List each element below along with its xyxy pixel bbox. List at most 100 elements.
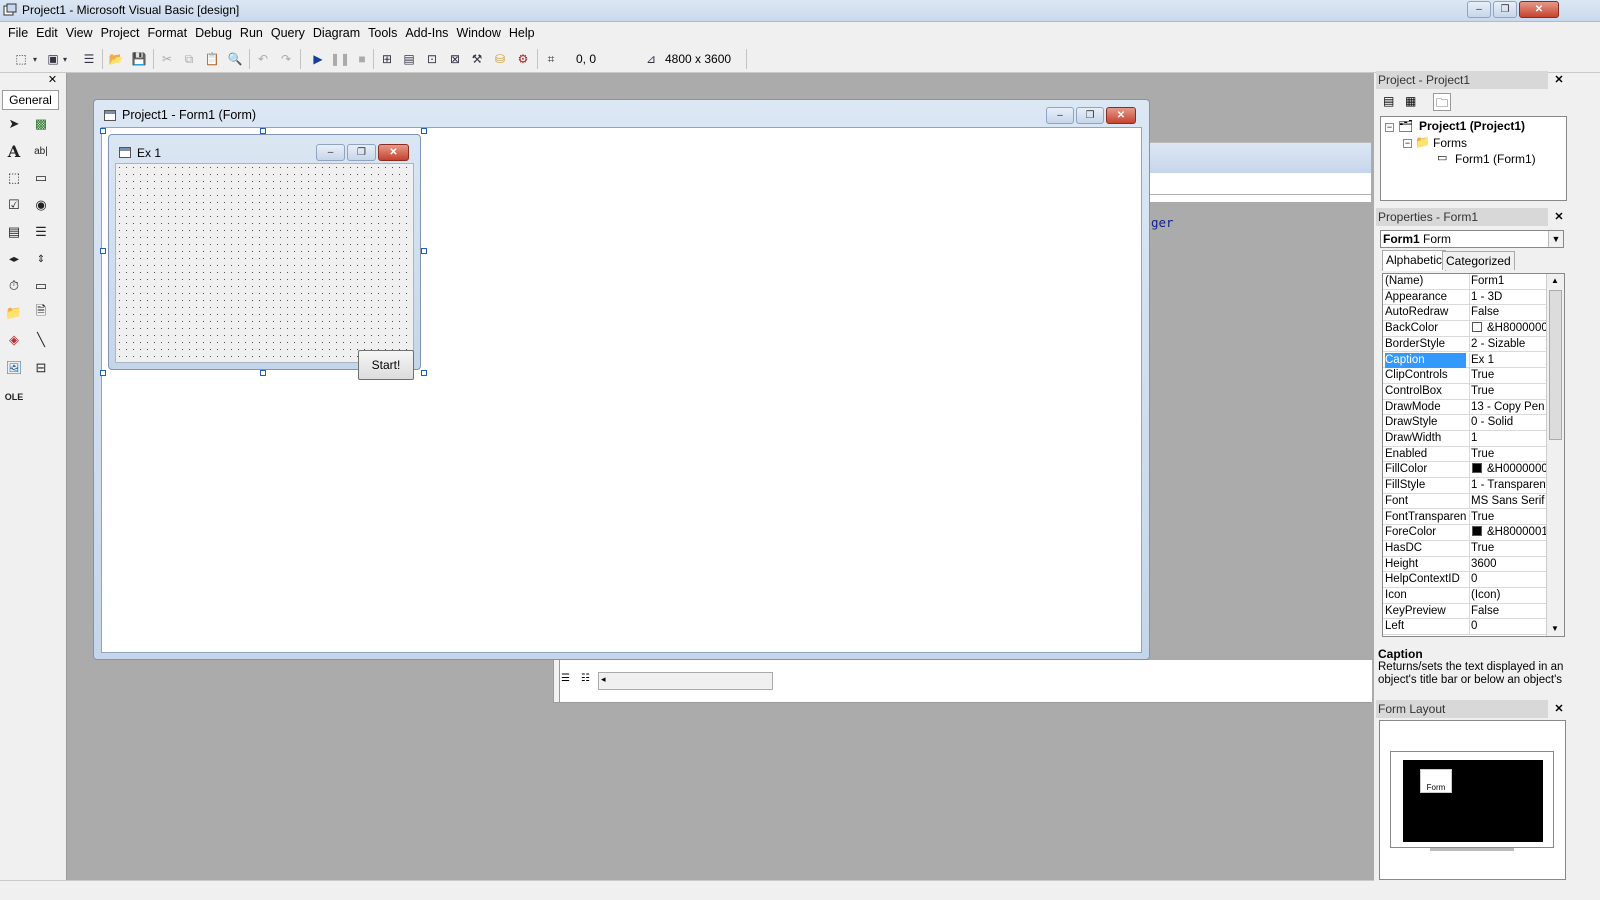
property-row[interactable]: (Name) Form1 (1383, 274, 1546, 290)
property-row[interactable]: KeyPreview False (1383, 603, 1546, 620)
minimize-button[interactable]: ‒ (1467, 1, 1491, 18)
listbox-tool-icon[interactable]: ☰ (30, 221, 52, 243)
properties-scrollbar[interactable]: ▲ ▼ (1546, 274, 1564, 636)
toggle-folders-icon[interactable]: 🗀 (1433, 93, 1451, 111)
full-module-view-icon[interactable]: ☷ (581, 673, 595, 687)
undo-icon[interactable]: ↶ (254, 50, 272, 68)
object-browser-icon[interactable]: ⊠ (446, 50, 464, 68)
property-row[interactable]: DrawMode 13 - Copy Pen (1383, 399, 1546, 416)
form-designer-restore-button[interactable]: ❐ (1076, 107, 1104, 124)
find-icon[interactable]: 🔍 (226, 50, 244, 68)
start-button[interactable]: Start! (358, 350, 414, 380)
properties-window-icon[interactable]: ▤ (400, 50, 418, 68)
property-value[interactable]: &H80000012 (1469, 525, 1546, 541)
property-row[interactable]: FontTransparent True (1383, 509, 1546, 526)
data-tool-icon[interactable]: ⊟ (30, 357, 52, 379)
menu-diagram[interactable]: Diagram (309, 22, 364, 45)
property-value[interactable]: True (1469, 383, 1546, 399)
menu-edit[interactable]: Edit (32, 22, 62, 45)
checkbox-tool-icon[interactable]: ☑ (3, 194, 25, 216)
ex1-restore-button[interactable]: ❐ (347, 144, 376, 161)
property-value[interactable]: (Icon) (1469, 588, 1546, 603)
tab-categorized[interactable]: Categorized (1442, 251, 1515, 270)
menu-add-ins[interactable]: Add-Ins (401, 22, 452, 45)
drivelistbox-tool-icon[interactable]: ▭ (30, 275, 52, 297)
vb-app-icon[interactable] (3, 3, 17, 17)
procedure-view-icon[interactable]: ☰ (561, 673, 575, 687)
pointer-tool-icon[interactable]: ➤ (3, 113, 25, 135)
menu-run[interactable]: Run (236, 22, 267, 45)
property-value[interactable]: 1 - 3D (1469, 289, 1546, 305)
project-explorer-icon[interactable]: ⊞ (378, 50, 396, 68)
copy-icon[interactable]: ⧉ (180, 50, 198, 68)
property-row[interactable]: DrawStyle 0 - Solid (1383, 415, 1546, 431)
form-layout-mini-form[interactable]: Form (1420, 769, 1452, 793)
property-row[interactable]: FillColor&H00000000 (1383, 462, 1546, 479)
menu-debug[interactable]: Debug (191, 22, 236, 45)
vscrollbar-tool-icon[interactable]: ⇕ (30, 248, 52, 270)
dirlistbox-tool-icon[interactable]: 📁 (3, 302, 25, 324)
property-row[interactable]: DrawWidth 1 (1383, 431, 1546, 447)
collapse-project-icon[interactable]: − (1385, 123, 1394, 132)
close-button[interactable]: ✕ (1519, 1, 1559, 18)
property-row[interactable]: Height 3600 (1383, 556, 1546, 573)
code-window-procedure-bar[interactable] (1149, 173, 1371, 195)
shape-tool-icon[interactable]: ◈ (3, 329, 25, 351)
frame-tool-icon[interactable]: ⬚ (3, 167, 25, 189)
tree-form1-item[interactable]: Form1 (Form1) (1455, 152, 1536, 166)
image-tool-icon[interactable]: 🖼 (3, 357, 25, 379)
cut-icon[interactable]: ✂ (158, 50, 176, 68)
optionbutton-tool-icon[interactable]: ◉ (30, 194, 52, 216)
ex1-design-grid[interactable]: Start! (115, 163, 414, 380)
property-value[interactable]: True (1469, 368, 1546, 384)
end-icon[interactable]: ■ (353, 50, 371, 68)
property-value[interactable]: True (1469, 509, 1546, 525)
add-project-icon[interactable]: ⬚ (12, 50, 30, 68)
property-row[interactable]: Enabled True (1383, 446, 1546, 463)
property-row[interactable]: Caption Ex 1 (1383, 352, 1546, 369)
resize-handle[interactable] (421, 370, 427, 376)
resize-handle[interactable] (100, 370, 106, 376)
menu-help[interactable]: Help (505, 22, 539, 45)
toolbox-tab-general[interactable]: General (2, 90, 59, 110)
scroll-up-icon[interactable]: ▲ (1551, 276, 1559, 285)
property-row[interactable]: Icon (Icon) (1383, 588, 1546, 604)
add-project-dropdown-icon[interactable]: ▾ (30, 50, 40, 68)
collapse-forms-icon[interactable]: − (1403, 139, 1412, 148)
redo-icon[interactable]: ↷ (277, 50, 295, 68)
property-value[interactable]: 0 - Solid (1469, 415, 1546, 431)
data-view-icon[interactable]: ⛁ (491, 50, 509, 68)
combobox-tool-icon[interactable]: ▤ (3, 221, 25, 243)
property-row[interactable]: Appearance 1 - 3D (1383, 289, 1546, 306)
ex1-form[interactable]: Ex 1 ‒ ❐ ✕ Start! (108, 134, 421, 380)
open-project-icon[interactable]: 📂 (107, 50, 125, 68)
property-value[interactable]: 1 - Transparent (1469, 478, 1546, 494)
form-designer-close-button[interactable]: ✕ (1106, 107, 1136, 124)
property-row[interactable]: Left 0 (1383, 619, 1546, 636)
property-value[interactable]: 3600 (1469, 556, 1546, 572)
tree-project-root[interactable]: Project1 (Project1) (1419, 119, 1525, 133)
resize-handle[interactable] (421, 248, 427, 254)
object-selector[interactable]: Form1 Form ▼ (1380, 230, 1564, 248)
timer-tool-icon[interactable]: ⏱ (3, 275, 25, 297)
position-icon[interactable]: ⌗ (542, 50, 560, 68)
property-value[interactable]: True (1469, 540, 1546, 556)
property-value[interactable]: True (1469, 446, 1546, 462)
property-value[interactable]: &H8000000F (1469, 321, 1546, 337)
picturebox-tool-icon[interactable]: ▩ (30, 113, 52, 135)
paste-icon[interactable]: 📋 (203, 50, 221, 68)
start-icon[interactable]: ▶ (309, 50, 327, 68)
form-layout-close-icon[interactable]: ✕ (1552, 702, 1566, 716)
property-value[interactable]: False (1469, 305, 1546, 321)
property-row[interactable]: ForeColor&H80000012 (1383, 525, 1546, 541)
add-form-dropdown-icon[interactable]: ▾ (60, 50, 70, 68)
tab-alphabetic[interactable]: Alphabetic (1382, 250, 1447, 271)
property-row[interactable]: BorderStyle 2 - Sizable (1383, 336, 1546, 353)
form-designer-minimize-button[interactable]: ‒ (1046, 107, 1074, 124)
ex1-close-button[interactable]: ✕ (378, 144, 409, 161)
property-row[interactable]: ControlBox True (1383, 383, 1546, 400)
code-horizontal-scrollbar[interactable]: ◂ (598, 672, 773, 690)
save-project-icon[interactable]: 💾 (130, 50, 148, 68)
property-row[interactable]: AutoRedraw False (1383, 305, 1546, 322)
menu-view[interactable]: View (62, 22, 97, 45)
